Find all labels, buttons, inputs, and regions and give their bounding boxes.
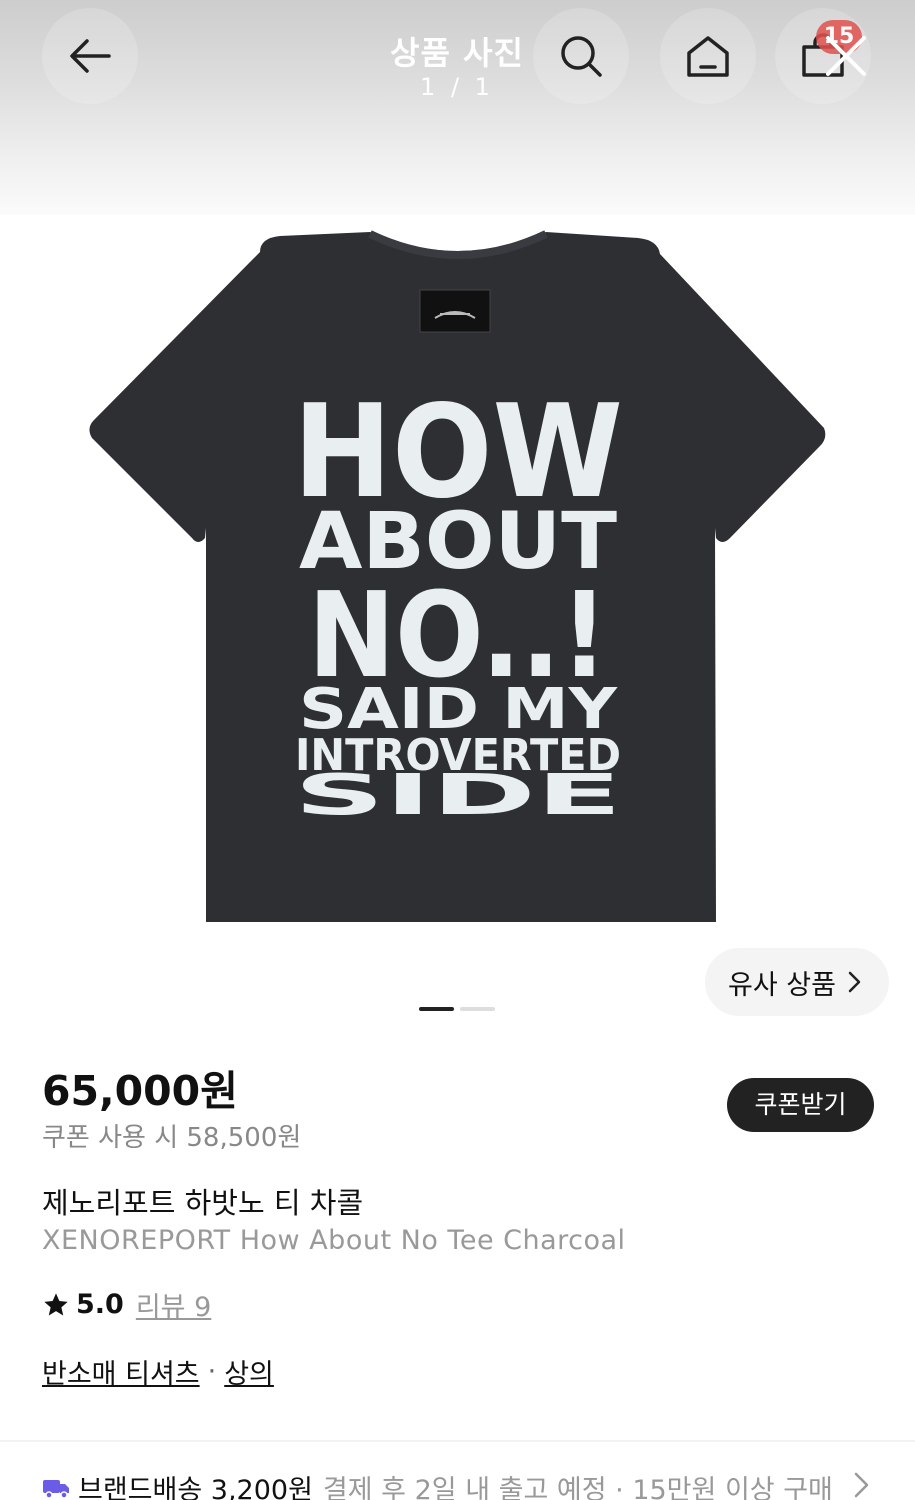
- category-breadcrumb: 반소매 티셔츠 · 상의: [42, 1352, 274, 1391]
- similar-products-button[interactable]: 유사 상품: [705, 948, 889, 1016]
- rating-score: 5.0: [76, 1289, 124, 1320]
- close-button[interactable]: [822, 32, 870, 80]
- shipping-label: 브랜드배송 3,200원: [78, 1475, 313, 1500]
- image-pagination: [419, 1007, 495, 1011]
- section-divider: [0, 1440, 915, 1442]
- product-rating: 5.0 리뷰 9: [42, 1285, 211, 1324]
- photo-viewer-header: 상품 사진 1 / 1 15: [0, 0, 915, 215]
- product-name-korean: 제노리포트 하밧노 티 차콜: [42, 1186, 364, 1220]
- close-icon: [826, 36, 866, 76]
- product-name-english: XENOREPORT How About No Tee Charcoal: [42, 1225, 626, 1256]
- product-image[interactable]: HOW ABOUT NO..! SAID MY INTROVERTED SIDE: [80, 228, 835, 928]
- similar-products-label: 유사 상품: [728, 969, 836, 1001]
- back-button[interactable]: [42, 8, 138, 104]
- pagination-dot-active[interactable]: [419, 1007, 454, 1011]
- arrow-left-icon: [70, 39, 111, 73]
- shipping-detail: 결제 후 2일 내 출고 예정 · 15만원 이상 구매: [322, 1475, 833, 1500]
- image-counter: 1 / 1: [420, 73, 494, 101]
- star-icon: [44, 1292, 68, 1315]
- shirt-print: HOW ABOUT NO..! SAID MY INTROVERTED SIDE: [293, 378, 623, 828]
- shipping-info[interactable]: 브랜드배송 3,200원 결제 후 2일 내 출고 예정 · 15만원 이상 구…: [42, 1468, 872, 1500]
- home-button[interactable]: [660, 8, 756, 104]
- category-link-top[interactable]: 상의: [224, 1352, 274, 1391]
- viewer-title: 상품 사진: [390, 34, 524, 72]
- category-link-short-sleeve[interactable]: 반소매 티셔츠: [42, 1352, 200, 1391]
- truck-icon: [43, 1479, 69, 1499]
- get-coupon-button[interactable]: 쿠폰받기: [727, 1078, 874, 1132]
- print-line: SIDE: [294, 763, 622, 828]
- coupon-price: 쿠폰 사용 시 58,500원: [42, 1123, 302, 1153]
- pagination-dot[interactable]: [460, 1007, 495, 1011]
- category-separator: ·: [207, 1356, 217, 1387]
- review-link[interactable]: 리뷰 9: [136, 1285, 211, 1324]
- chevron-right-icon: [848, 971, 861, 993]
- chevron-right-icon[interactable]: [852, 1472, 872, 1498]
- search-button[interactable]: [533, 8, 629, 104]
- product-price: 65,000원: [42, 1067, 238, 1115]
- search-icon: [561, 36, 602, 77]
- home-icon: [687, 36, 729, 77]
